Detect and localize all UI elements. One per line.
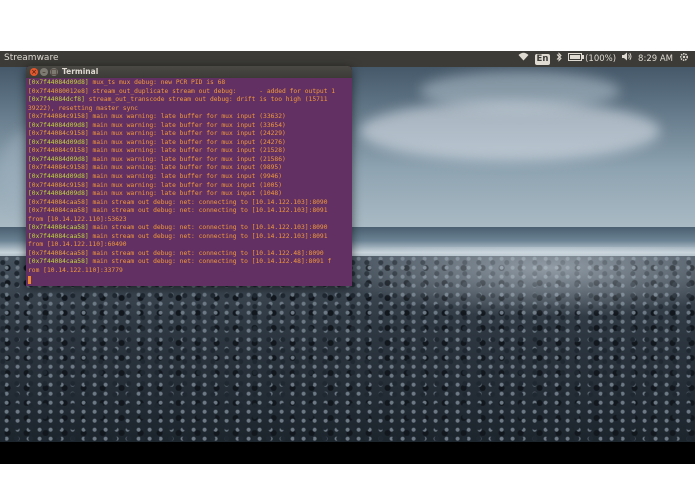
terminal-line-address: [0x7f44084d09d8] (28, 121, 89, 129)
bluetooth-icon[interactable] (556, 51, 563, 67)
terminal-line: [0x7f44084caa58] main stream out debug: … (28, 224, 351, 233)
terminal-line: [0x7f44084caa58] main stream out debug: … (28, 199, 351, 208)
terminal-line-address: [0x7f44084caa58] (28, 198, 89, 206)
battery-icon (568, 53, 585, 61)
close-button[interactable]: × (30, 68, 38, 76)
terminal-line-message: main stream out debug: net: connecting t… (88, 258, 332, 266)
terminal-line: rom [10.14.122.110]:33779 (28, 267, 351, 276)
wifi-icon[interactable] (518, 52, 529, 66)
terminal-line-message: main mux warning: late buffer for mux in… (88, 130, 286, 138)
keyboard-layout-indicator[interactable]: En (534, 53, 551, 65)
terminal-line-address: [0x7f44080012e8] (28, 87, 89, 95)
wallpaper-cloud (420, 71, 620, 111)
terminal-line: [0x7f44084caa58] main stream out debug: … (28, 207, 351, 216)
terminal-line-message: main stream out debug: net: connecting t… (88, 198, 328, 206)
maximize-icon: □ (50, 68, 58, 76)
terminal-line-address: [0x7f44084caa58] (28, 224, 89, 232)
desktop-screen: Streamware En (100%) 8:29 AM × – □ Termi… (0, 51, 695, 442)
terminal-line: [0x7f44084c9158] main mux warning: late … (28, 130, 351, 139)
terminal-line-message: rom [10.14.122.110]:33779 (28, 267, 123, 275)
terminal-output[interactable]: [0x7f44084d09d8] mux_ts mux debug: new P… (26, 78, 352, 286)
terminal-line: 39222), resetting master sync (28, 105, 351, 114)
terminal-line: [0x7f44084d09d8] mux_ts mux debug: new P… (28, 79, 351, 88)
terminal-line-message: main mux warning: late buffer for mux in… (88, 173, 283, 181)
terminal-line-address: [0x7f44084caa58] (28, 249, 89, 257)
terminal-line: [0x7f44084caa58] main stream out debug: … (28, 258, 351, 267)
minimize-icon: – (42, 68, 46, 76)
terminal-line-address: [0x7f44084c9158] (28, 147, 89, 155)
terminal-line-message: from [10.14.122.110]:53623 (28, 215, 127, 223)
terminal-cursor (28, 275, 31, 284)
terminal-window[interactable]: × – □ Terminal [0x7f44084d09d8] mux_ts m… (26, 66, 352, 286)
terminal-line: [0x7f44084dcf8] stream_out_transcode str… (28, 96, 351, 105)
terminal-line-message: main mux warning: late buffer for mux in… (88, 155, 286, 163)
terminal-line-message: main mux warning: late buffer for mux in… (88, 113, 286, 121)
terminal-titlebar[interactable]: × – □ Terminal (26, 66, 352, 78)
battery-percentage: (100%) (585, 54, 617, 64)
terminal-line-message: main mux warning: late buffer for mux in… (88, 190, 283, 198)
close-icon: × (31, 68, 37, 76)
terminal-line: [0x7f44084c9158] main mux warning: late … (28, 147, 351, 156)
terminal-line: from [10.14.122.110]:53623 (28, 216, 351, 225)
terminal-line: [0x7f44084d09d8] main mux warning: late … (28, 122, 351, 131)
terminal-line-address: [0x7f44084c9158] (28, 181, 89, 189)
terminal-line: [0x7f44084c9158] main mux warning: late … (28, 182, 351, 191)
terminal-line-message: from [10.14.122.110]:60490 (28, 241, 127, 249)
minimize-button[interactable]: – (40, 68, 48, 76)
terminal-line-message: 39222), resetting master sync (28, 104, 138, 112)
gear-icon[interactable] (679, 52, 689, 67)
terminal-line-address: [0x7f44084d09d8] (28, 155, 89, 163)
terminal-line-address: [0x7f44084d09d8] (28, 173, 89, 181)
terminal-line-address: [0x7f44084d09d8] (28, 138, 89, 146)
terminal-line-address: [0x7f44084d09d8] (28, 190, 89, 198)
terminal-line: [0x7f44080012e8] stream_out_duplicate st… (28, 88, 351, 97)
terminal-line-message: main stream out debug: net: connecting t… (88, 232, 328, 240)
terminal-line-address: [0x7f44084c9158] (28, 130, 89, 138)
terminal-line-message: main mux warning: late buffer for mux in… (88, 164, 283, 172)
terminal-line-message: mux_ts mux debug: new PCR PID is 68 (88, 79, 226, 86)
terminal-line: from [10.14.122.110]:60490 (28, 241, 351, 250)
terminal-line: [0x7f44084caa58] main stream out debug: … (28, 250, 351, 259)
active-app-name[interactable]: Streamware (4, 53, 58, 63)
terminal-line-address: [0x7f44084c9158] (28, 164, 89, 172)
terminal-line-message: main mux warning: late buffer for mux in… (88, 181, 283, 189)
terminal-line: [0x7f44084caa58] main stream out debug: … (28, 233, 351, 242)
terminal-line-message: stream_out_duplicate stream out debug: -… (88, 87, 336, 95)
terminal-line: [0x7f44084d09d8] main mux warning: late … (28, 156, 351, 165)
maximize-button[interactable]: □ (50, 68, 58, 76)
terminal-line: [0x7f44084d09d8] main mux warning: late … (28, 139, 351, 148)
battery-indicator[interactable]: (100%) (568, 52, 616, 66)
terminal-line: [0x7f44084c9158] main mux warning: late … (28, 164, 351, 173)
terminal-line-address: [0x7f44084c9158] (28, 113, 89, 121)
terminal-prompt-line[interactable] (28, 275, 351, 286)
terminal-line-address: [0x7f44084caa58] (28, 232, 89, 240)
volume-icon[interactable] (622, 52, 632, 66)
terminal-line: [0x7f44084c9158] main mux warning: late … (28, 113, 351, 122)
terminal-line-message: main mux warning: late buffer for mux in… (88, 121, 286, 129)
bottom-letterbox (0, 442, 695, 464)
terminal-line: [0x7f44084d09d8] main mux warning: late … (28, 190, 351, 199)
terminal-line-address: [0x7f44084d09d8] (28, 79, 89, 86)
terminal-line-message: main stream out debug: net: connecting t… (88, 224, 328, 232)
terminal-line-message: main stream out debug: net: connecting t… (88, 249, 324, 257)
terminal-line-address: [0x7f44084caa58] (28, 207, 89, 215)
terminal-line-address: [0x7f44084dcf8] (28, 96, 85, 104)
top-panel: Streamware En (100%) 8:29 AM (0, 51, 695, 67)
terminal-line-address: [0x7f44084caa58] (28, 258, 89, 266)
terminal-line-message: main stream out debug: net: connecting t… (88, 207, 328, 215)
terminal-line-message: main mux warning: late buffer for mux in… (88, 147, 286, 155)
terminal-line-message: stream_out_transcode stream out debug: d… (84, 96, 328, 104)
system-tray: En (100%) 8:29 AM (518, 51, 689, 67)
wallpaper-water-shine (330, 247, 695, 317)
terminal-title: Terminal (62, 67, 99, 76)
terminal-line: [0x7f44084d09d8] main mux warning: late … (28, 173, 351, 182)
clock[interactable]: 8:29 AM (638, 52, 673, 66)
terminal-line-message: main mux warning: late buffer for mux in… (88, 138, 286, 146)
